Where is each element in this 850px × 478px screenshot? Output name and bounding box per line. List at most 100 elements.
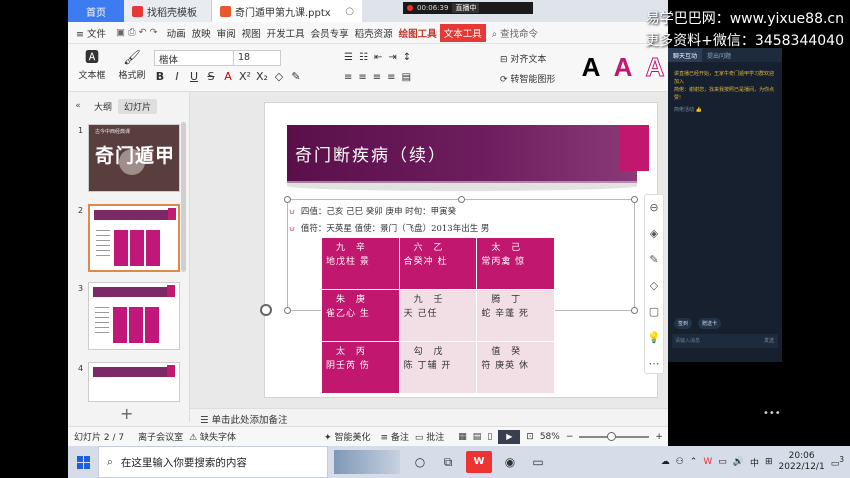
people-icon[interactable]: ⚇ <box>676 457 684 467</box>
tab-outline[interactable]: 大纲 <box>88 99 118 114</box>
font-color-icon[interactable]: A <box>222 70 234 83</box>
taskbar-search[interactable]: ⌕ 在这里输入你要搜索的内容 <box>98 446 328 478</box>
tab-home[interactable]: 首页 <box>68 0 124 22</box>
layers-icon[interactable]: ◈ <box>645 221 663 247</box>
align-text-button[interactable]: ⊟ 对齐文本 <box>500 52 546 65</box>
align-right-icon[interactable]: ≡ <box>373 72 381 83</box>
menu-view[interactable]: 视图 <box>239 26 264 40</box>
lightbulb-icon[interactable]: 💡 <box>645 325 663 351</box>
table-cell[interactable]: 腾 丁蛇 辛蓬 死 <box>476 289 555 342</box>
cortana-icon[interactable]: ○ <box>406 455 434 469</box>
browser-icon[interactable]: ◉ <box>496 455 524 469</box>
tab-template[interactable]: 找稻壳模板 <box>124 0 212 22</box>
task-view-icon[interactable]: ⧉ <box>434 455 462 470</box>
wps-tray-icon[interactable]: W <box>703 457 712 467</box>
convert-smartart-button[interactable]: ⟳ 转智能图形 <box>500 72 555 85</box>
table-cell[interactable]: 九 壬天 己任 <box>398 289 478 342</box>
more-icon[interactable]: ⋯ <box>645 351 663 377</box>
shape-fill-icon[interactable]: ◇ <box>645 273 663 299</box>
wps-taskbar-icon[interactable]: W <box>466 451 492 473</box>
menu-developer[interactable]: 开发工具 <box>264 26 308 40</box>
slide-title[interactable]: 奇门断疾病（续） <box>295 141 447 166</box>
menu-drawing-tools[interactable]: 绘图工具 <box>396 26 440 40</box>
fit-window-icon[interactable]: ⊡ <box>526 432 534 442</box>
clear-format-icon[interactable]: ◇ <box>273 70 285 83</box>
numbered-list-icon[interactable]: ☷ <box>359 52 368 63</box>
rotate-handle-icon[interactable] <box>260 304 272 316</box>
panel-scrollbar[interactable] <box>181 122 186 272</box>
highlight-icon[interactable]: ✎ <box>290 70 302 83</box>
table-cell[interactable]: 太 己常丙禽 惊 <box>476 237 555 290</box>
strikethrough-icon[interactable]: S <box>205 70 217 83</box>
chat-tab-interact[interactable]: 聊天互动 <box>668 48 703 62</box>
tab-close-icon[interactable]: ○ <box>345 6 354 17</box>
menu-member[interactable]: 会员专享 <box>308 26 352 40</box>
play-button[interactable]: ▶ <box>498 429 521 444</box>
bold-icon[interactable]: B <box>154 70 166 83</box>
ime-indicator[interactable]: 中 <box>750 456 759 469</box>
sign-in-button[interactable]: 签到 <box>674 318 693 329</box>
menu-review[interactable]: 审阅 <box>214 26 239 40</box>
search-highlight-image[interactable] <box>334 450 400 474</box>
menu-animation[interactable]: 动画 <box>164 26 189 40</box>
collapse-panel-icon[interactable]: « <box>68 101 88 111</box>
menu-quick-icons[interactable]: ▣ ⎙ ↶ ↷ <box>116 27 164 38</box>
wordart-style-magenta-icon[interactable]: A <box>608 50 638 84</box>
wordart-style-black-icon[interactable]: A <box>576 50 606 84</box>
menu-slideshow[interactable]: 放映 <box>189 26 214 40</box>
resize-handle-mr[interactable] <box>631 307 638 314</box>
subscript-icon[interactable]: X₂ <box>256 70 268 83</box>
gift-card-button[interactable]: 赠送卡 <box>698 318 722 329</box>
wordart-style-outline-icon[interactable]: A <box>640 50 668 84</box>
current-slide[interactable]: 奇门断疾病（续） ⊍ 四值：己亥 己巳 癸卯 庚申 时旬：甲寅癸 ⊍ 值符：天英星 … <box>264 102 658 398</box>
align-left-icon[interactable]: ≡ <box>344 72 352 83</box>
border-icon[interactable]: ▢ <box>645 299 663 325</box>
more-dots-icon[interactable]: ••• <box>763 408 781 419</box>
slide-thumbnail-2[interactable]: 2 <box>72 204 184 274</box>
qimen-grid-table[interactable]: 九 辛地戊柱 景 六 乙合癸冲 杜 太 己常丙禽 惊 朱 庚雀乙心 生 九 壬天… <box>321 237 555 394</box>
table-cell[interactable]: 太 丙阴壬芮 伤 <box>321 341 400 394</box>
normal-view-icon[interactable]: ▦ <box>458 432 467 442</box>
comments-button[interactable]: ▭ 批注 <box>415 430 444 443</box>
resize-handle-tl[interactable] <box>284 196 291 203</box>
menu-text-tools[interactable]: 文本工具 <box>439 23 486 42</box>
resize-handle-ml[interactable] <box>284 307 291 314</box>
reading-view-icon[interactable]: ▯ <box>487 432 492 442</box>
indent-increase-icon[interactable]: ⇥ <box>388 52 396 63</box>
underline-icon[interactable]: U <box>188 70 200 83</box>
network-icon[interactable]: ▭ <box>718 457 727 467</box>
align-center-icon[interactable]: ≡ <box>358 72 366 83</box>
volume-icon[interactable]: 🔊 <box>733 457 744 467</box>
pen-icon[interactable]: ✎ <box>645 247 663 273</box>
chat-input[interactable]: 请输入消息 发送 <box>672 334 778 348</box>
cloud-icon[interactable]: ☁ <box>661 457 670 467</box>
chevron-up-icon[interactable]: ⌃ <box>690 457 698 467</box>
clock[interactable]: 20:06 2022/12/1 <box>779 451 825 473</box>
justify-icon[interactable]: ≡ <box>387 72 395 83</box>
table-cell[interactable]: 六 乙合癸冲 杜 <box>398 237 478 290</box>
minus-icon[interactable]: ⊖ <box>645 195 663 221</box>
menu-docer[interactable]: 稻壳资源 <box>352 26 396 40</box>
line-spacing-icon[interactable]: ↕ <box>403 52 411 63</box>
table-cell[interactable]: 勾 戊陈 丁辅 开 <box>398 341 478 394</box>
beautify-button[interactable]: ✦ 智能美化 <box>324 430 370 443</box>
table-cell[interactable]: 值 癸符 庚英 休 <box>476 341 555 394</box>
input-grid-icon[interactable]: ⊞ <box>765 457 773 467</box>
chat-tab-question[interactable]: 提出问题 <box>702 48 736 62</box>
notes-pane[interactable]: ☰ 单击此处添加备注 <box>190 408 668 426</box>
italic-icon[interactable]: I <box>171 70 183 83</box>
zoom-knob[interactable] <box>607 431 617 441</box>
slide-thumbnail-3[interactable]: 3 <box>72 282 184 352</box>
table-cell[interactable]: 九 辛地戊柱 景 <box>321 237 400 290</box>
bullet-list-icon[interactable]: ☰ <box>344 52 353 63</box>
slide-thumbnail-1[interactable]: 1 古今中西经典课 奇门遁甲 <box>72 124 184 194</box>
format-painter-button[interactable]: 🖌 格式刷 <box>112 48 152 81</box>
tab-slides[interactable]: 幻灯片 <box>118 98 158 114</box>
menu-file[interactable]: ≡ 文件 <box>68 26 116 40</box>
zoom-out-icon[interactable]: − <box>566 432 574 442</box>
folder-icon[interactable]: ▭ <box>524 455 552 469</box>
indent-decrease-icon[interactable]: ⇤ <box>374 52 382 63</box>
missing-font-button[interactable]: ⚠ 缺失字体 <box>189 430 236 443</box>
notes-toggle-button[interactable]: ≡ 备注 <box>380 430 408 443</box>
distribute-icon[interactable]: ▤ <box>402 72 411 83</box>
